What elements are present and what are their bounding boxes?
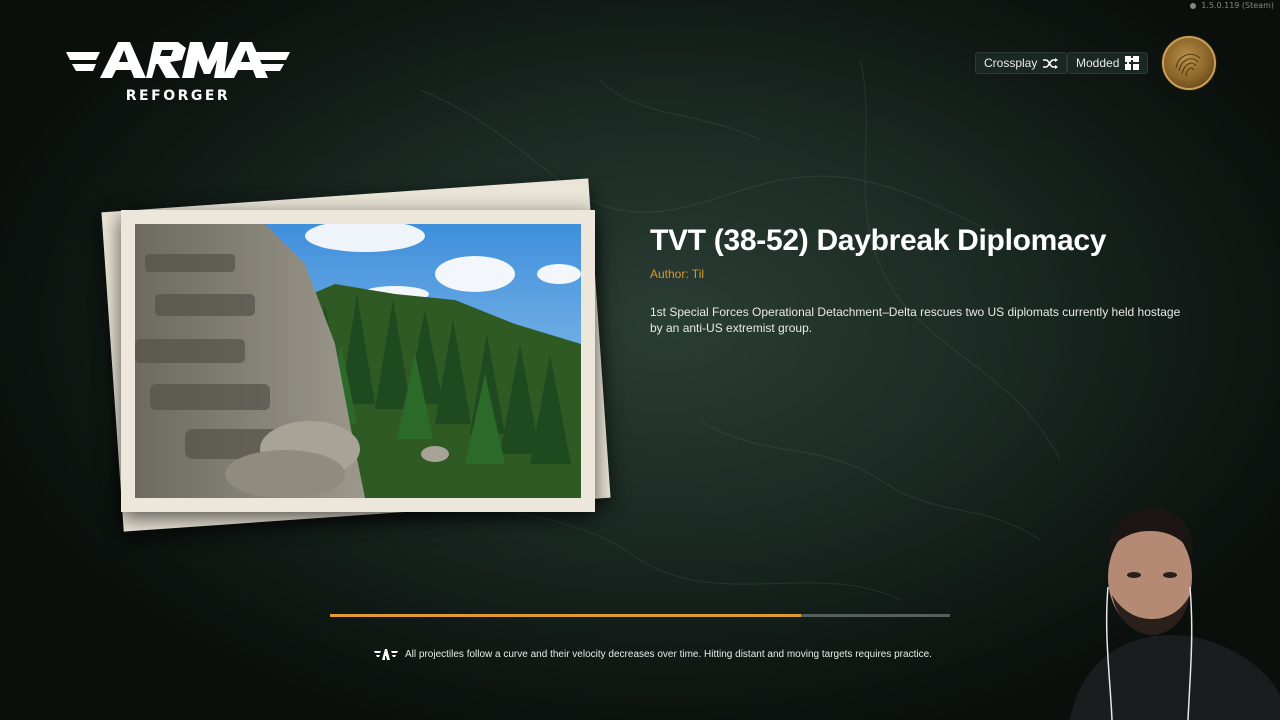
modded-badge[interactable]: Modded <box>1067 52 1149 74</box>
loading-progress-fill <box>330 614 802 617</box>
shuffle-icon <box>1043 57 1059 69</box>
arma-wings-icon <box>374 649 398 660</box>
version-label: 1.5.0.119 (Steam) <box>1190 0 1274 12</box>
crossplay-label: Crossplay <box>984 56 1038 70</box>
mission-author: Author: Til <box>650 267 705 281</box>
mission-preview-image <box>135 224 581 498</box>
logo-subtitle: REFORGER <box>125 88 231 104</box>
loading-hint: All projectiles follow a curve and their… <box>374 648 932 660</box>
webcam-overlay <box>1060 495 1280 720</box>
puzzle-icon <box>1125 56 1140 70</box>
profile-avatar[interactable] <box>1162 36 1216 90</box>
mission-title: TVT (38-52) Daybreak Diplomacy <box>650 224 1107 257</box>
game-logo: REFORGER <box>66 38 290 108</box>
mission-preview-photo <box>121 210 595 512</box>
modded-label: Modded <box>1076 56 1120 70</box>
fingerprint-icon <box>1175 53 1201 77</box>
loading-progress-bar <box>330 614 950 617</box>
crossplay-badge[interactable]: Crossplay <box>975 52 1068 74</box>
hint-text: All projectiles follow a curve and their… <box>405 648 932 660</box>
mission-description: 1st Special Forces Operational Detachmen… <box>650 305 1181 335</box>
arma-logo-icon <box>66 42 290 78</box>
